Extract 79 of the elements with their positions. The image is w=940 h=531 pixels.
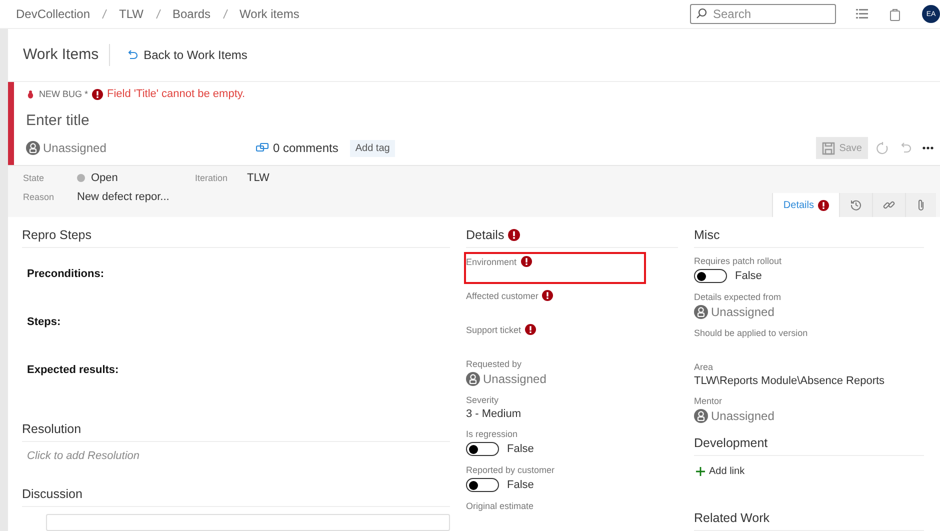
error-icon [92, 88, 104, 100]
error-message: Field 'Title' cannot be empty. [107, 88, 246, 100]
page-title: Work Items [23, 44, 110, 66]
links-tab[interactable] [872, 193, 905, 217]
toggle-value: False [735, 270, 762, 282]
section-heading: Development [694, 436, 768, 450]
shopping-bag-icon[interactable] [890, 8, 900, 20]
save-icon [822, 142, 836, 154]
add-link[interactable]: Add link [694, 456, 924, 477]
field-value[interactable]: Unassigned [711, 305, 774, 320]
section-heading: Resolution [22, 422, 82, 436]
field-value[interactable]: Unassigned [711, 409, 774, 424]
field-label: Requires patch rollout [694, 256, 782, 266]
field-label: Severity [466, 394, 499, 404]
field-label: State [23, 173, 46, 183]
breadcrumb-separator [222, 9, 228, 19]
field-label: Environment [466, 256, 517, 266]
field-value[interactable]: TLW\Reports Module\Absence Reports [694, 375, 922, 388]
comments-link[interactable]: 0 comments [256, 141, 338, 155]
toggle-value: False [507, 479, 534, 491]
breadcrumb-separator [102, 9, 108, 19]
bug-icon [26, 90, 35, 98]
search-icon [696, 8, 707, 19]
toggle-switch[interactable] [694, 269, 727, 284]
section-heading: Related Work [694, 511, 770, 525]
details-tab[interactable]: Details [772, 193, 839, 217]
toggle-switch[interactable] [466, 478, 499, 492]
field-value[interactable]: 3 - Medium [466, 408, 644, 420]
avatar-icon [26, 141, 40, 155]
resolution-placeholder[interactable]: Click to add Resolution [22, 442, 450, 462]
field-label: Reported by customer [466, 464, 555, 474]
field-label: Requested by [466, 358, 522, 368]
comments-icon [256, 142, 269, 154]
field-value[interactable]: TLW [247, 172, 447, 184]
attachments-tab[interactable] [905, 193, 936, 217]
paperclip-icon [916, 199, 926, 211]
more-icon[interactable] [922, 146, 934, 150]
avatar-icon [694, 409, 708, 424]
link-icon [883, 199, 895, 211]
history-icon [850, 199, 862, 211]
field-value[interactable]: Open [77, 172, 195, 184]
section-heading: Discussion [22, 487, 82, 502]
avatar-icon [466, 372, 480, 386]
comment-field[interactable] [46, 514, 450, 531]
field-value[interactable]: Unassigned [483, 372, 546, 386]
section-heading: Repro Steps [22, 228, 92, 242]
repro-steps-heading: Expected results: [26, 364, 120, 376]
work-item-type: NEW BUG * [39, 89, 88, 99]
add-tag-button[interactable]: Add tag [350, 140, 395, 156]
field-value[interactable]: New defect repor... [77, 191, 195, 203]
undo-arrow-icon [126, 49, 138, 61]
field-label: Support ticket [466, 324, 522, 334]
field-label: Is regression [466, 428, 518, 438]
repro-steps-heading: Preconditions: [26, 268, 106, 280]
toggle-switch[interactable] [466, 442, 499, 456]
field-label: Area [694, 362, 714, 372]
field-label: Details expected from [694, 292, 782, 302]
history-tab[interactable] [839, 193, 872, 217]
toggle-value: False [507, 443, 534, 455]
avatar-icon [694, 305, 708, 320]
list-icon[interactable] [856, 9, 868, 19]
field-label: Mentor [694, 396, 722, 406]
breadcrumb-link[interactable]: Work items [240, 7, 300, 21]
section-heading: Details [466, 228, 504, 242]
breadcrumb-link[interactable]: Boards [172, 7, 211, 21]
field-label: Should be applied to version [694, 328, 808, 338]
repro-steps-heading: Steps: [26, 316, 62, 328]
back-link[interactable]: Back to Work Items [126, 48, 248, 62]
assignee[interactable]: Unassigned [43, 141, 106, 155]
field-label: Affected customer [466, 290, 538, 300]
search-field[interactable]: Search [690, 4, 836, 24]
section-heading: Misc [694, 228, 720, 242]
breadcrumb-separator [156, 9, 160, 19]
plus-icon [696, 466, 705, 476]
field-label: Iteration [195, 173, 229, 183]
field-label: Original estimate [466, 500, 534, 510]
breadcrumb-link[interactable]: DevCollection [16, 7, 90, 21]
field-label: Reason [23, 192, 56, 202]
breadcrumb-link[interactable]: TLW [119, 7, 144, 21]
